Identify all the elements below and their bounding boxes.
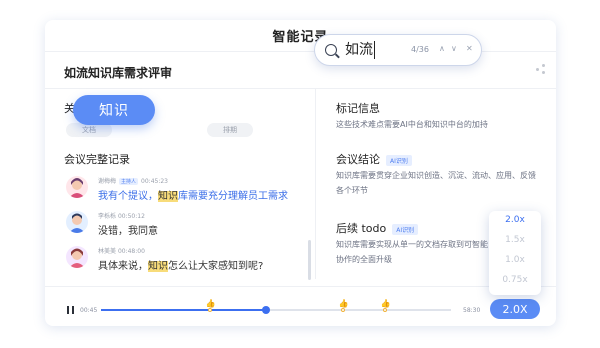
conclusion-body: 知识库需要贯穿企业知识创造、沉淀、流动、应用、反馈各个环节 (336, 171, 536, 195)
document-title: 如流知识库需求评审 (64, 66, 173, 80)
search-icon (325, 44, 337, 56)
audio-player: 00:45 👍 👍 👍 58:30 2.0X (45, 286, 556, 326)
bookmark-dot[interactable] (207, 308, 212, 312)
header-divider (45, 88, 556, 89)
conclusion-title-text: 会议结论 (336, 153, 380, 166)
message-text: 我有个提议， (98, 191, 158, 202)
speaker-name: 林美美 (98, 248, 117, 255)
search-box[interactable]: 如流 4/36 ∧ ∨ ✕ (314, 34, 482, 66)
keyword-chip-schedule[interactable]: 排期 (207, 123, 253, 137)
entry-time: 00:45:23 (141, 178, 168, 185)
ai-badge: AI识别 (392, 223, 419, 235)
speed-button[interactable]: 2.0X (490, 299, 540, 319)
entry-time: 00:48:00 (117, 248, 145, 255)
speaker-name: 谢梅梅 (98, 178, 117, 185)
speed-option[interactable]: 1.5x (489, 235, 541, 245)
todo-title: 后续 todo AI识别 (336, 220, 419, 236)
keyword-chip-doc[interactable]: 文档 (66, 123, 112, 137)
todo-title-text: 后续 todo (336, 222, 387, 235)
bookmark-icon[interactable]: 👍 (206, 299, 216, 308)
entry-meta: 李栎栎 00:50:12 (98, 211, 145, 220)
meeting-record-panel: 智能记录 如流知识库需求评审 关键词 文档 排期 会议完整记录 谢梅梅主持人00… (45, 20, 556, 326)
keyword-chip-knowledge[interactable]: 知识 (73, 95, 155, 125)
avatar (66, 211, 88, 233)
entry-meta: 谢梅梅 主持人 00:45:23 (98, 176, 168, 185)
progress-played (101, 309, 266, 311)
speed-option[interactable]: 0.75x (489, 275, 541, 285)
search-highlight: 知识 (158, 191, 178, 202)
speed-option[interactable]: 1.0x (489, 255, 541, 265)
marks-title: 标记信息 (336, 102, 380, 115)
speaker-name: 李栎栎 (98, 213, 117, 220)
todo-body: 知识库需要实现从单一的文档存取到可智能协作的全面升级 (336, 240, 488, 264)
host-badge: 主持人 (119, 178, 139, 185)
scrollbar[interactable] (308, 240, 311, 280)
current-time: 00:45 (80, 307, 98, 314)
next-match-icon[interactable]: ∨ (451, 44, 457, 53)
message-text: 具体来说， (98, 261, 148, 272)
message-text: 库需要充分理解员工需求 (178, 191, 288, 202)
search-input[interactable]: 如流 (345, 41, 375, 59)
bookmark-dot[interactable] (382, 308, 387, 312)
bookmark-dot[interactable] (340, 308, 345, 312)
prev-match-icon[interactable]: ∧ (439, 44, 445, 53)
search-highlight: 知识 (148, 261, 168, 272)
speed-option[interactable]: 2.0x (489, 215, 541, 225)
avatar (66, 246, 88, 268)
transcript-message[interactable]: 具体来说，知识怎么让大家感知到呢? (98, 257, 263, 272)
conclusion-title: 会议结论 AI识别 (336, 151, 412, 167)
transcript-label: 会议完整记录 (64, 153, 130, 166)
marks-body: 这些技术难点需要AI中台和知识中台的加持 (336, 120, 488, 129)
transcript-message[interactable]: 没错，我同意 (98, 222, 158, 237)
close-icon[interactable]: ✕ (466, 44, 473, 53)
transcript-message[interactable]: 我有个提议，知识库需要充分理解员工需求 (98, 187, 288, 202)
bookmark-icon[interactable]: 👍 (339, 299, 349, 308)
match-count: 4/36 (411, 45, 429, 54)
entry-meta: 林美美 00:48:00 (98, 246, 145, 255)
ai-badge: AI识别 (386, 154, 412, 166)
total-time: 58:30 (463, 307, 481, 314)
entry-time: 00:50:12 (117, 213, 145, 220)
share-icon[interactable] (536, 64, 546, 74)
message-text: 怎么让大家感知到呢? (168, 261, 264, 272)
pause-icon[interactable] (67, 306, 74, 314)
avatar (66, 176, 88, 198)
progress-track[interactable]: 👍 👍 👍 (101, 299, 451, 314)
progress-knob[interactable] (261, 306, 270, 314)
bookmark-icon[interactable]: 👍 (381, 299, 391, 308)
column-divider (315, 89, 316, 279)
speed-menu: 2.0x 1.5x 1.0x 0.75x (489, 211, 541, 295)
